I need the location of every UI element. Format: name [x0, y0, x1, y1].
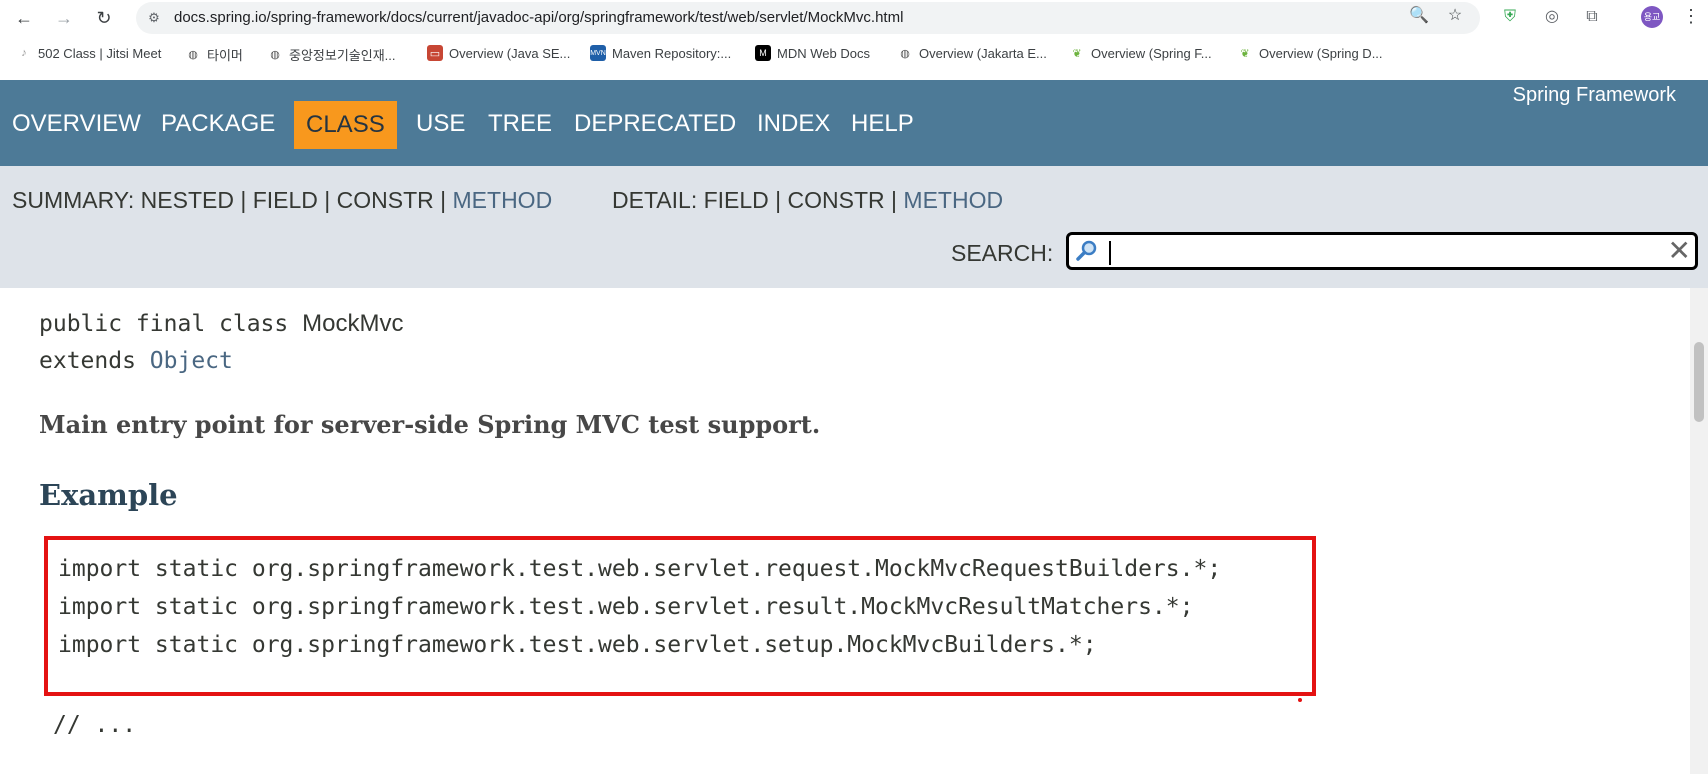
- signature-prefix: public final class: [39, 311, 303, 337]
- extension-circle-icon[interactable]: ◎: [1542, 7, 1562, 27]
- nav-tree[interactable]: TREE: [488, 110, 552, 138]
- nav-package[interactable]: PACKAGE: [161, 110, 275, 138]
- bookmark-item[interactable]: MVN Maven Repository:...: [590, 45, 731, 61]
- code-line: import static org.springframework.test.w…: [58, 556, 1222, 582]
- mdn-icon: M: [755, 45, 771, 61]
- extends-prefix: extends: [39, 348, 150, 374]
- oracle-icon: ▭: [427, 45, 443, 61]
- class-name: MockMvc: [302, 310, 404, 337]
- bookmarks-bar: ♪ 502 Class | Jitsi Meet ◍ 타이머 ◍ 중앙정보기술인재..…: [0, 36, 1708, 74]
- back-arrow-icon[interactable]: ←: [12, 6, 36, 30]
- bookmark-item[interactable]: ◍ 타이머: [185, 45, 243, 64]
- spring-icon: ❦: [1240, 47, 1250, 60]
- code-line: import static org.springframework.test.w…: [58, 594, 1194, 620]
- url-text[interactable]: docs.spring.io/spring-framework/docs/cur…: [174, 9, 903, 26]
- nav-class-active[interactable]: CLASS: [294, 101, 397, 149]
- nav-use[interactable]: USE: [416, 110, 465, 138]
- detail-method-link[interactable]: METHOD: [903, 187, 1003, 213]
- address-bar[interactable]: ⚙ docs.spring.io/spring-framework/docs/c…: [136, 2, 1480, 34]
- zoom-icon[interactable]: 🔍: [1409, 7, 1429, 25]
- brand-title: Spring Framework: [1512, 84, 1676, 106]
- site-info-icon[interactable]: ⚙: [146, 10, 162, 26]
- mvn-icon: MVN: [590, 45, 606, 61]
- class-signature: public final class MockMvc: [39, 310, 403, 338]
- forward-arrow-icon[interactable]: →: [52, 6, 76, 30]
- code-line: import static org.springframework.test.w…: [58, 632, 1097, 658]
- bookmark-item[interactable]: ▭ Overview (Java SE...: [427, 45, 570, 61]
- class-summary: Main entry point for server-side Spring …: [39, 410, 821, 439]
- detail-links: DETAIL: FIELD | CONSTR | METHOD: [612, 187, 1003, 214]
- bookmark-item[interactable]: ◍ 중앙정보기술인재...: [267, 45, 395, 64]
- summary-label[interactable]: SUMMARY: NESTED | FIELD | CONSTR |: [12, 187, 453, 213]
- javadoc-top-nav: OVERVIEW PACKAGE CLASS USE TREE DEPRECAT…: [0, 80, 1708, 166]
- reload-icon[interactable]: ↻: [92, 6, 116, 30]
- bookmark-item[interactable]: M MDN Web Docs: [755, 45, 870, 61]
- jitsi-icon: ♪: [21, 47, 27, 59]
- spring-icon: ❦: [1072, 47, 1082, 60]
- search-icon: [1076, 240, 1097, 261]
- bookmark-item[interactable]: ♪ 502 Class | Jitsi Meet: [16, 45, 161, 61]
- profile-avatar[interactable]: 용교: [1641, 6, 1663, 28]
- bookmark-item[interactable]: ◍ Overview (Jakarta E...: [897, 45, 1047, 61]
- example-heading: Example: [39, 478, 178, 512]
- bookmark-item[interactable]: ❦ Overview (Spring D...: [1237, 45, 1382, 61]
- code-comment: // ...: [53, 712, 137, 738]
- vertical-scrollbar[interactable]: [1690, 288, 1708, 774]
- scroll-thumb[interactable]: [1694, 342, 1704, 422]
- globe-icon: ◍: [900, 47, 910, 60]
- search-input[interactable]: ✕: [1066, 232, 1698, 270]
- nav-overview[interactable]: OVERVIEW: [12, 110, 141, 138]
- nav-index[interactable]: INDEX: [757, 110, 830, 138]
- nav-deprecated[interactable]: DEPRECATED: [574, 110, 736, 138]
- shield-extension-icon[interactable]: ⛨: [1500, 7, 1520, 27]
- highlighted-code-block: import static org.springframework.test.w…: [44, 536, 1316, 696]
- javadoc-sub-nav: SUMMARY: NESTED | FIELD | CONSTR | METHO…: [0, 166, 1708, 288]
- text-caret: [1109, 241, 1111, 265]
- summary-links: SUMMARY: NESTED | FIELD | CONSTR | METHO…: [12, 187, 552, 214]
- summary-method-link[interactable]: METHOD: [453, 187, 553, 213]
- detail-label[interactable]: DETAIL: FIELD | CONSTR |: [612, 187, 903, 213]
- globe-icon: ◍: [270, 49, 280, 61]
- object-link[interactable]: Object: [150, 348, 233, 374]
- globe-icon: ◍: [188, 49, 198, 61]
- nav-help[interactable]: HELP: [851, 110, 914, 138]
- clear-search-icon[interactable]: ✕: [1668, 236, 1691, 266]
- annotation-dot: [1298, 698, 1302, 702]
- browser-toolbar: ← → ↻ ⚙ docs.spring.io/spring-framework/…: [0, 0, 1708, 36]
- browser-menu-icon[interactable]: ⋮: [1682, 6, 1700, 27]
- bookmark-item[interactable]: ❦ Overview (Spring F...: [1069, 45, 1211, 61]
- extensions-puzzle-icon[interactable]: ⧉: [1582, 7, 1602, 27]
- extends-line: extends Object: [39, 348, 233, 374]
- bookmark-star-icon[interactable]: ☆: [1446, 7, 1464, 25]
- class-description: public final class MockMvc extends Objec…: [0, 288, 1690, 774]
- search-label: SEARCH:: [951, 240, 1054, 266]
